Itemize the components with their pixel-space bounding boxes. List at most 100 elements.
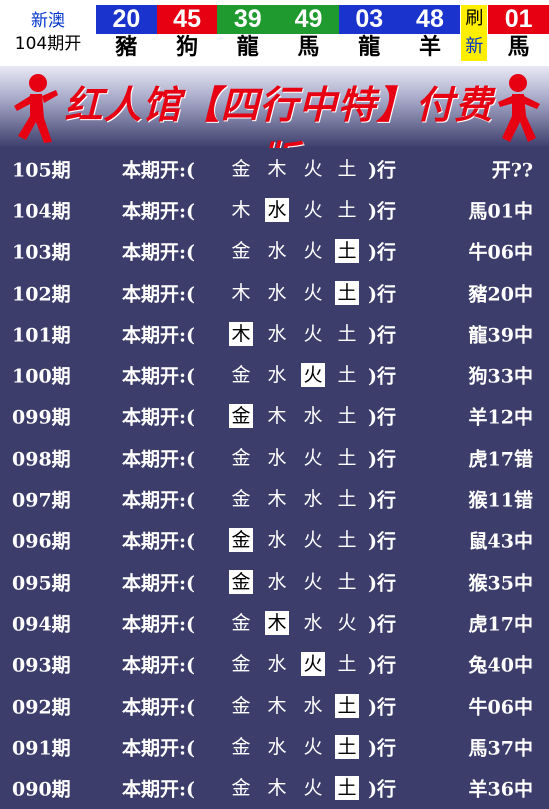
element-cell: 木 bbox=[267, 694, 287, 717]
row-period: 101期 bbox=[12, 324, 71, 347]
row-result: 馬01中 bbox=[468, 200, 533, 223]
element-cell: 火 bbox=[303, 570, 323, 593]
ball-2: 45 狗 bbox=[156, 0, 218, 66]
table-row: 090期 本期开:(金木火土)行 羊36中 bbox=[0, 767, 549, 808]
results-strip: 新澳 104期开 20 豬 45 狗 39 龍 49 馬 03 龍 48 羊 刷… bbox=[0, 0, 549, 66]
row-period: 103期 bbox=[12, 241, 71, 264]
row-label: 本期开:( bbox=[122, 654, 196, 677]
row-result: 馬37中 bbox=[468, 737, 533, 760]
row-suffix: )行 bbox=[368, 737, 396, 760]
row-suffix: )行 bbox=[368, 572, 396, 595]
red-man-icon bbox=[498, 74, 540, 142]
row-label: 本期开:( bbox=[122, 365, 196, 388]
row-suffix: )行 bbox=[368, 283, 396, 306]
element-cell: 水 bbox=[267, 570, 287, 593]
row-result: 狗33中 bbox=[468, 365, 533, 388]
special-ball: 01 馬 bbox=[488, 0, 549, 66]
element-cell: 土 bbox=[337, 198, 357, 221]
row-period: 096期 bbox=[12, 530, 71, 553]
element-cell: 金 bbox=[231, 364, 251, 387]
table-row: 101期 本期开:(木水火土)行 龍39中 bbox=[0, 313, 549, 354]
row-result: 鼠43中 bbox=[468, 530, 533, 553]
row-result: 虎17错 bbox=[468, 448, 533, 471]
table-row: 096期 本期开:(金水火土)行 鼠43中 bbox=[0, 520, 549, 561]
row-suffix: )行 bbox=[368, 365, 396, 388]
row-label: 本期开:( bbox=[122, 159, 196, 182]
row-period: 100期 bbox=[12, 365, 71, 388]
element-cell: 水 bbox=[303, 611, 323, 634]
row-suffix: )行 bbox=[368, 406, 396, 429]
element-cell: 火 bbox=[303, 281, 323, 304]
ball-zodiac: 馬 bbox=[507, 35, 530, 60]
ball-number: 03 bbox=[338, 5, 400, 34]
element-cell: 木 bbox=[231, 281, 251, 304]
row-suffix: )行 bbox=[368, 613, 396, 636]
ball-zodiac: 豬 bbox=[115, 35, 138, 60]
element-cell: 火 bbox=[303, 322, 323, 345]
table-row: 100期 本期开:(金水火土)行 狗33中 bbox=[0, 354, 549, 395]
element-cell: 火 bbox=[303, 198, 323, 221]
row-result: 虎17中 bbox=[468, 613, 533, 636]
element-cell: 火 bbox=[301, 363, 325, 388]
table-row: 098期 本期开:(金水火土)行 虎17错 bbox=[0, 437, 549, 478]
element-cell: 土 bbox=[337, 405, 357, 428]
element-cell: 金 bbox=[231, 446, 251, 469]
row-label: 本期开:( bbox=[122, 778, 196, 801]
ball-number: 48 bbox=[399, 5, 461, 34]
element-cell: 水 bbox=[303, 405, 323, 428]
row-label: 本期开:( bbox=[122, 613, 196, 636]
banner-title: 红人馆【四行中特】付费版 bbox=[64, 82, 494, 148]
row-suffix: )行 bbox=[368, 530, 396, 553]
row-label: 本期开:( bbox=[122, 448, 196, 471]
table-row: 095期 本期开:(金水火土)行 猴35中 bbox=[0, 561, 549, 602]
element-cell: 金 bbox=[231, 488, 251, 511]
refresh-label-2: 新 bbox=[461, 33, 488, 61]
row-suffix: )行 bbox=[368, 448, 396, 471]
table-row: 103期 本期开:(金水火土)行 牛06中 bbox=[0, 231, 549, 272]
row-label: 本期开:( bbox=[122, 696, 196, 718]
banner: 红人馆【四行中特】付费版 bbox=[0, 66, 549, 148]
element-cell: 金 bbox=[229, 404, 253, 429]
row-period: 097期 bbox=[12, 489, 71, 512]
row-result: 兔40中 bbox=[468, 654, 533, 677]
element-cell: 水 bbox=[267, 735, 287, 758]
element-cell: 金 bbox=[231, 694, 251, 717]
row-period: 104期 bbox=[12, 200, 71, 223]
element-cell: 水 bbox=[303, 694, 323, 717]
refresh-button[interactable]: 刷 新 bbox=[460, 5, 488, 66]
row-label: 本期开:( bbox=[122, 324, 196, 347]
element-cell: 土 bbox=[335, 693, 359, 718]
row-period: 091期 bbox=[12, 737, 71, 760]
ball-5: 03 龍 bbox=[338, 0, 400, 66]
element-cell: 火 bbox=[303, 529, 323, 552]
row-period: 099期 bbox=[12, 406, 71, 429]
row-result: 羊36中 bbox=[468, 778, 533, 801]
row-result: 猴11错 bbox=[468, 489, 533, 512]
element-cell: 水 bbox=[267, 281, 287, 304]
table-row: 094期 本期开:(金木水火)行 虎17中 bbox=[0, 602, 549, 643]
table-row: 099期 本期开:(金木水土)行 羊12中 bbox=[0, 396, 549, 437]
row-suffix: )行 bbox=[368, 200, 396, 223]
element-cell: 土 bbox=[337, 529, 357, 552]
ball-1: 20 豬 bbox=[96, 0, 157, 66]
element-cell: 土 bbox=[337, 488, 357, 511]
element-cell: 水 bbox=[267, 322, 287, 345]
row-label: 本期开:( bbox=[122, 737, 196, 760]
ball-4: 49 馬 bbox=[278, 0, 339, 66]
ball-zodiac: 龍 bbox=[358, 35, 381, 60]
row-suffix: )行 bbox=[368, 241, 396, 264]
location-label: 新澳 bbox=[31, 11, 65, 31]
ball-zodiac: 羊 bbox=[418, 35, 441, 60]
element-cell: 火 bbox=[303, 777, 323, 800]
row-suffix: )行 bbox=[368, 654, 396, 677]
element-cell: 火 bbox=[303, 157, 323, 180]
table-row: 102期 本期开:(木水火土)行 豬20中 bbox=[0, 272, 549, 313]
element-cell: 土 bbox=[335, 280, 359, 305]
table-row: 097期 本期开:(金木水土)行 猴11错 bbox=[0, 478, 549, 519]
element-cell: 土 bbox=[335, 239, 359, 264]
ball-number: 01 bbox=[488, 5, 549, 34]
table-row: 105期 本期开:(金木火土)行 开?? bbox=[0, 148, 549, 189]
row-period: 102期 bbox=[12, 283, 71, 306]
row-label: 本期开:( bbox=[122, 406, 196, 429]
ball-number: 45 bbox=[156, 5, 218, 34]
